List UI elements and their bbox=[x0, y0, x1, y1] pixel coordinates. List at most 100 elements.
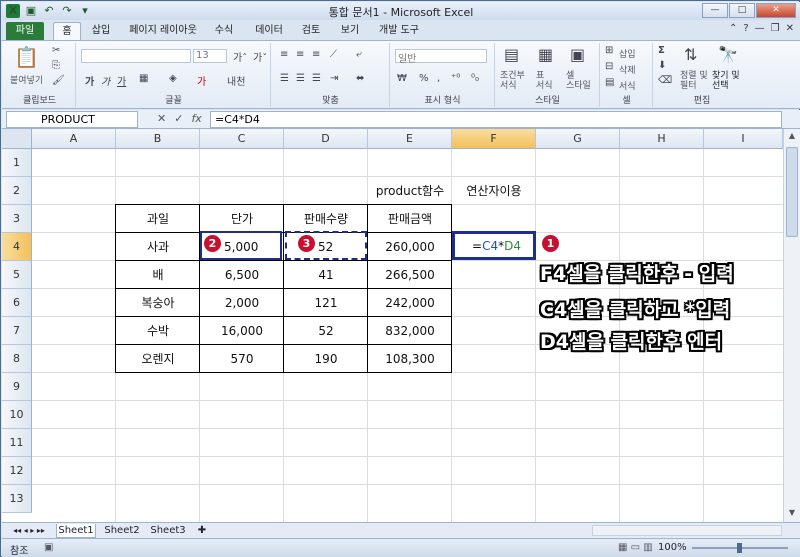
cell-c3[interactable]: 단가 bbox=[200, 205, 284, 233]
fill-color-icon[interactable]: ◈ bbox=[169, 73, 177, 84]
enter-icon[interactable]: ✓ bbox=[174, 112, 183, 125]
number-format-box[interactable]: 일반 bbox=[395, 49, 487, 65]
paste-icon[interactable]: 📋 bbox=[14, 45, 39, 69]
italic-icon[interactable]: 가 bbox=[101, 73, 110, 88]
align-middle-icon[interactable]: ≡ bbox=[296, 49, 304, 60]
orientation-icon[interactable]: ⟋ bbox=[330, 49, 337, 60]
cell-e4[interactable]: 260,000 bbox=[368, 233, 452, 261]
cancel-icon[interactable]: ✕ bbox=[157, 112, 166, 125]
row-header-7[interactable]: 7 bbox=[2, 317, 32, 345]
tab-developer[interactable]: 개발 도구 bbox=[374, 22, 424, 40]
merge-center-icon[interactable]: ⬌ bbox=[356, 73, 364, 84]
scroll-down-icon[interactable]: ▼ bbox=[786, 508, 798, 520]
conditional-format-label[interactable]: 조건부 서식 bbox=[500, 71, 525, 91]
column-header-a[interactable]: A bbox=[32, 129, 116, 149]
tab-view[interactable]: 보기 bbox=[335, 22, 365, 40]
cell-c6[interactable]: 2,000 bbox=[200, 289, 284, 317]
horizontal-scrollbar[interactable] bbox=[592, 525, 782, 536]
phonetic-icon[interactable]: 내천 bbox=[227, 73, 245, 88]
column-header-d[interactable]: D bbox=[284, 129, 368, 149]
column-header-f[interactable]: F bbox=[452, 129, 536, 149]
indent-icon[interactable]: ⇥ bbox=[330, 73, 338, 84]
grow-font-icon[interactable]: 가ˆ bbox=[233, 49, 247, 64]
cell-b8[interactable]: 오렌지 bbox=[116, 345, 200, 373]
cell-b4[interactable]: 사과 bbox=[116, 233, 200, 261]
cell-e3[interactable]: 판매금액 bbox=[368, 205, 452, 233]
cell-d3[interactable]: 판매수량 bbox=[284, 205, 368, 233]
cell-b6[interactable]: 복숭아 bbox=[116, 289, 200, 317]
cell-e8[interactable]: 108,300 bbox=[368, 345, 452, 373]
cell-d7[interactable]: 52 bbox=[284, 317, 368, 345]
font-size-box[interactable]: 13 bbox=[193, 49, 227, 63]
vertical-scroll-thumb[interactable] bbox=[786, 147, 798, 237]
cell-f2[interactable]: 연산자이용 bbox=[452, 177, 536, 205]
sheet-nav-arrows[interactable]: ◂◂ ◂ ▸ ▸▸ bbox=[6, 524, 52, 538]
cell-styles-icon[interactable]: ▣ bbox=[570, 45, 585, 64]
comma-icon[interactable]: , bbox=[437, 73, 440, 84]
format-table-label[interactable]: 표 서식 bbox=[536, 71, 553, 91]
cell-c5[interactable]: 6,500 bbox=[200, 261, 284, 289]
delete-cells-button[interactable]: 삭제 bbox=[619, 63, 636, 76]
tab-home[interactable]: 홈 bbox=[53, 22, 81, 40]
scroll-up-icon[interactable]: ▲ bbox=[786, 131, 798, 143]
row-header-12[interactable]: 12 bbox=[2, 457, 32, 485]
decrease-decimal-icon[interactable]: ⁰₀ bbox=[471, 73, 479, 84]
format-painter-icon[interactable]: 🖌 bbox=[52, 75, 65, 86]
format-cells-button[interactable]: 서식 bbox=[619, 79, 636, 92]
doc-minimize-icon[interactable]: — bbox=[755, 23, 765, 34]
column-header-g[interactable]: G bbox=[536, 129, 620, 149]
column-header-i[interactable]: I bbox=[704, 129, 783, 149]
find-select-icon[interactable]: 🔭 bbox=[718, 45, 738, 64]
column-header-e[interactable]: E bbox=[368, 129, 452, 149]
column-header-c[interactable]: C bbox=[200, 129, 284, 149]
font-name-box[interactable] bbox=[81, 49, 191, 63]
row-header-6[interactable]: 6 bbox=[2, 289, 32, 317]
macro-record-icon[interactable]: ▣ bbox=[44, 542, 53, 553]
cell-b3[interactable]: 과일 bbox=[116, 205, 200, 233]
cell-e6[interactable]: 242,000 bbox=[368, 289, 452, 317]
tab-data[interactable]: 데이터 bbox=[250, 22, 288, 40]
border-icon[interactable]: ▦ bbox=[139, 73, 148, 84]
cell-d6[interactable]: 121 bbox=[284, 289, 368, 317]
column-header-h[interactable]: H bbox=[620, 129, 704, 149]
cell-e5[interactable]: 266,500 bbox=[368, 261, 452, 289]
row-header-5[interactable]: 5 bbox=[2, 261, 32, 289]
vertical-scrollbar[interactable]: ▲ ▼ bbox=[783, 129, 800, 522]
bold-icon[interactable]: 가 bbox=[85, 73, 94, 88]
row-header-3[interactable]: 3 bbox=[2, 205, 32, 233]
cut-icon[interactable]: ✂ bbox=[52, 45, 60, 56]
sort-filter-icon[interactable]: ⇅ bbox=[684, 45, 697, 64]
align-right-icon[interactable]: ☰ bbox=[312, 73, 321, 84]
tab-review[interactable]: 검토 bbox=[296, 22, 326, 40]
cell-c8[interactable]: 570 bbox=[200, 345, 284, 373]
align-top-icon[interactable]: ≡ bbox=[280, 49, 288, 60]
row-header-13[interactable]: 13 bbox=[2, 485, 32, 513]
paste-label[interactable]: 붙여넣기 bbox=[10, 73, 43, 86]
cell-d8[interactable]: 190 bbox=[284, 345, 368, 373]
font-color-icon[interactable]: 가 bbox=[197, 73, 206, 88]
new-sheet-icon[interactable]: ✚ bbox=[194, 524, 210, 538]
row-header-2[interactable]: 2 bbox=[2, 177, 32, 205]
column-header-b[interactable]: B bbox=[116, 129, 200, 149]
view-buttons[interactable]: ▦ ▭ ▥ bbox=[618, 542, 653, 553]
name-box[interactable]: PRODUCT bbox=[6, 111, 138, 128]
formula-input[interactable]: =C4*D4 bbox=[210, 111, 782, 128]
cell-b7[interactable]: 수박 bbox=[116, 317, 200, 345]
help-icon[interactable]: ? bbox=[743, 23, 748, 34]
tab-formulas[interactable]: 수식 bbox=[209, 22, 239, 40]
insert-function-icon[interactable]: fx bbox=[191, 112, 201, 125]
collapse-ribbon-icon[interactable]: ⌃ bbox=[729, 23, 737, 34]
doc-close-icon[interactable]: ✕ bbox=[786, 23, 794, 34]
percent-icon[interactable]: % bbox=[419, 73, 429, 84]
cell-b5[interactable]: 배 bbox=[116, 261, 200, 289]
sort-filter-label[interactable]: 정렬 및 필터 bbox=[680, 71, 708, 91]
zoom-level[interactable]: 100% bbox=[658, 542, 687, 553]
row-header-4[interactable]: 4 bbox=[2, 233, 32, 261]
worksheet-grid[interactable]: A B C D E F G H I 1 2 3 4 5 6 7 8 9 10 1… bbox=[2, 129, 800, 522]
zoom-slider-thumb[interactable] bbox=[737, 543, 742, 553]
minimize-button[interactable]: — bbox=[702, 3, 728, 18]
maximize-button[interactable]: □ bbox=[729, 3, 755, 18]
row-header-9[interactable]: 9 bbox=[2, 373, 32, 401]
cell-d5[interactable]: 41 bbox=[284, 261, 368, 289]
cell-c7[interactable]: 16,000 bbox=[200, 317, 284, 345]
